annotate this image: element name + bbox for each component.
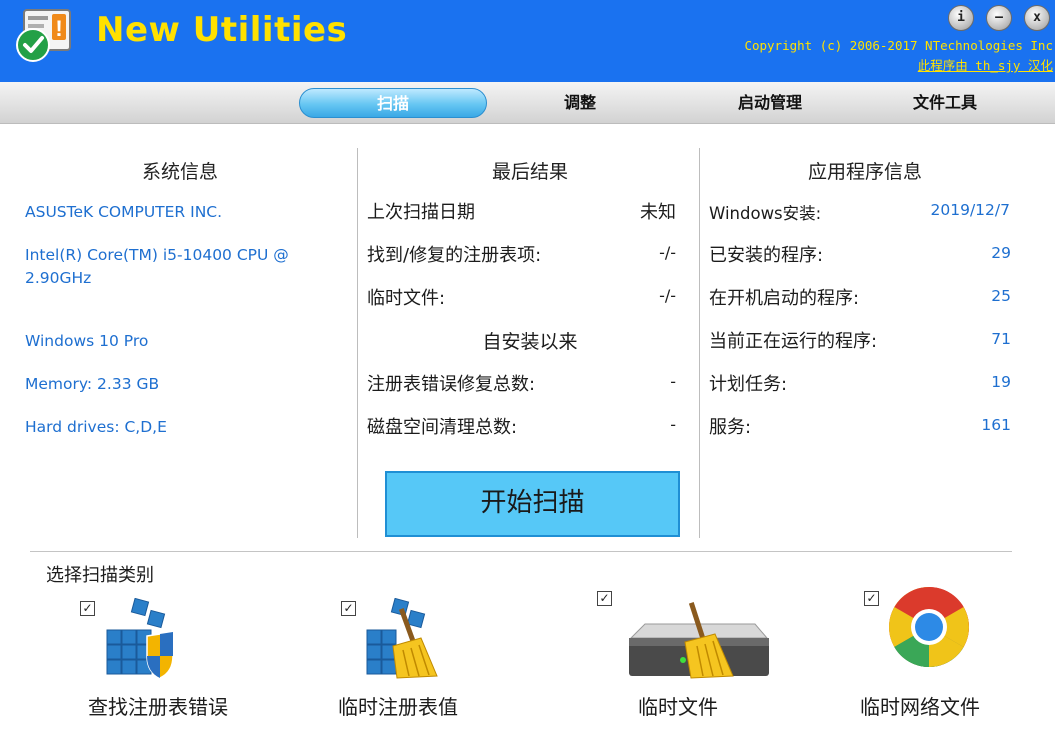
app-logo-icon: !: [14, 6, 76, 64]
registry-errors-checkbox[interactable]: ✓: [80, 601, 95, 616]
info-button[interactable]: i: [948, 5, 974, 31]
tab-tweak[interactable]: 调整: [525, 88, 635, 118]
scheduled-tasks-label: 计划任务:: [709, 374, 788, 395]
installed-programs-label: 已安装的程序:: [709, 245, 824, 266]
tab-startup-manager[interactable]: 启动管理: [710, 88, 830, 118]
services-label: 服务:: [709, 417, 752, 438]
system-cpu: Intel(R) Core(TM) i5-10400 CPU @ 2.90GHz: [25, 246, 289, 287]
services-value: 161: [981, 416, 1011, 434]
scheduled-tasks-value: 19: [991, 373, 1011, 391]
scan-category-title: 选择扫描类别: [46, 565, 154, 586]
temp-registry-label: 临时注册表值: [338, 695, 458, 719]
title-bar: ! New Utilities i – x Copyright (c) 2006…: [0, 0, 1055, 82]
startup-programs-value: 25: [991, 287, 1011, 305]
tab-scan[interactable]: 扫描: [299, 88, 487, 118]
running-programs-label: 当前正在运行的程序:: [709, 331, 878, 352]
registry-fixed-total-label: 注册表错误修复总数:: [367, 374, 536, 395]
system-memory: Memory: 2.33 GB: [25, 375, 160, 393]
temp-registry-checkbox[interactable]: ✓: [341, 601, 356, 616]
system-os: Windows 10 Pro: [25, 332, 149, 350]
temp-files-label: 临时文件:: [367, 288, 446, 309]
temp-files-checkbox[interactable]: ✓: [597, 591, 612, 606]
translator-credit-link[interactable]: 此程序由 th_sjy 汉化: [918, 55, 1053, 74]
system-manufacturer: ASUSTeK COMPUTER INC.: [25, 203, 223, 221]
windows-install-label: Windows安装:: [709, 204, 822, 223]
tab-bar: 扫描 调整 启动管理 文件工具: [0, 82, 1055, 124]
copyright-text: Copyright (c) 2006-2017 NTechnologies In…: [744, 38, 1053, 53]
drive-broom-icon: [625, 598, 771, 684]
temp-internet-checkbox[interactable]: ✓: [864, 591, 879, 606]
app-info-title: 应用程序信息: [807, 161, 922, 183]
last-scan-date-value: 未知: [640, 202, 676, 223]
running-programs-value: 71: [991, 330, 1011, 348]
registry-found-value: -/-: [659, 243, 676, 262]
disk-cleaned-total-label: 磁盘空间清理总数:: [367, 417, 518, 438]
svg-text:!: !: [55, 16, 62, 41]
column-divider: [699, 148, 700, 538]
temp-files-category-label: 临时文件: [638, 695, 718, 719]
close-button[interactable]: x: [1024, 5, 1050, 31]
tab-file-tools[interactable]: 文件工具: [885, 88, 1005, 118]
registry-shield-icon: [103, 597, 177, 684]
last-scan-date-label: 上次扫描日期: [367, 202, 475, 223]
startup-programs-label: 在开机启动的程序:: [709, 288, 860, 309]
installed-programs-value: 29: [991, 244, 1011, 262]
registry-fixed-total-value: -: [670, 372, 676, 391]
start-scan-button[interactable]: 开始扫描: [385, 471, 680, 537]
registry-errors-label: 查找注册表错误: [88, 695, 228, 719]
chrome-icon: [888, 586, 970, 672]
app-title: New Utilities: [96, 10, 348, 50]
registry-found-label: 找到/修复的注册表项:: [367, 245, 542, 266]
last-result-title: 最后结果: [491, 161, 568, 183]
system-info-title: 系统信息: [141, 161, 218, 183]
minimize-button[interactable]: –: [986, 5, 1012, 31]
disk-cleaned-total-value: -: [670, 415, 676, 434]
windows-install-value: 2019/12/7: [930, 201, 1010, 219]
temp-files-value: -/-: [659, 286, 676, 305]
temp-internet-label: 临时网络文件: [860, 695, 980, 719]
registry-broom-icon: [363, 597, 439, 684]
since-install-title: 自安装以来: [482, 331, 578, 353]
column-divider: [357, 148, 358, 538]
system-drives: Hard drives: C,D,E: [25, 418, 167, 436]
section-divider: [30, 551, 1012, 552]
